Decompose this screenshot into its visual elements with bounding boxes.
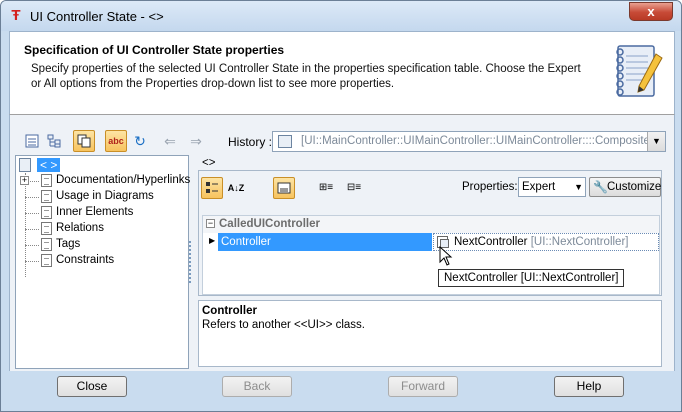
properties-pane: <> A↓Z ⊞≡ ⊟≡ Properties: Expert ▼ 🔧 Cust… xyxy=(196,155,666,369)
spelling-toggle-button[interactable]: abc xyxy=(105,130,127,152)
back-arrow-button[interactable]: ⇐ xyxy=(159,130,181,152)
dialog-window: Ŧ UI Controller State - <> x Specificati… xyxy=(0,0,682,412)
refresh-button[interactable]: ↻ xyxy=(129,130,151,152)
collapse-all-icon: ⊟≡ xyxy=(346,182,362,193)
back-button[interactable]: Back xyxy=(222,376,292,397)
close-button[interactable]: Close xyxy=(57,376,127,397)
history-dropdown[interactable]: [UI::MainController::UIMainController::U… xyxy=(272,131,666,152)
property-value-qualifier: [UI::NextController] xyxy=(530,236,629,248)
arrow-right-icon: ⇒ xyxy=(190,133,202,149)
header-title: Specification of UI Controller State pro… xyxy=(24,43,285,57)
property-group-row[interactable]: − CalledUIController xyxy=(203,216,659,233)
pane-splitter[interactable] xyxy=(189,241,192,283)
header-description: Specify properties of the selected UI Co… xyxy=(31,63,581,90)
sort-az-icon: A↓Z xyxy=(227,183,245,193)
list-icon xyxy=(25,134,39,148)
row-pointer-icon: ▶ xyxy=(209,236,216,245)
property-name-cell[interactable]: Controller xyxy=(218,233,432,251)
value-tooltip: NextController [UI::NextController] xyxy=(438,269,625,287)
forward-button[interactable]: Forward xyxy=(388,376,458,397)
properties-mode-value: Expert xyxy=(522,181,556,193)
specification-tree: < > + Documentation/Hyperlinks Usage in … xyxy=(15,155,191,369)
dialog-footer: Close Back Forward Help xyxy=(9,371,675,411)
help-button[interactable]: Help xyxy=(554,376,624,397)
collapse-minus-icon[interactable]: − xyxy=(206,219,215,228)
document-icon xyxy=(41,174,52,187)
categorized-icon xyxy=(206,182,218,193)
chevron-down-icon: ▼ xyxy=(574,182,583,192)
history-value: [UI::MainController::UIMainController::U… xyxy=(301,135,660,147)
copy-toggle-button[interactable] xyxy=(73,130,95,152)
dialog-header: Specification of UI Controller State pro… xyxy=(9,31,675,115)
tree-item-label: Usage in Diagrams xyxy=(56,190,154,202)
copy-icon xyxy=(77,134,91,148)
wrench-icon: 🔧 xyxy=(593,180,608,194)
sort-alphabetical-button[interactable]: A↓Z xyxy=(225,177,247,199)
window-title: UI Controller State - <> xyxy=(30,9,164,24)
element-name-label: <> xyxy=(202,157,216,169)
tree-connector xyxy=(25,261,39,262)
categorized-view-button[interactable] xyxy=(201,177,223,199)
customize-button[interactable]: 🔧 Customize xyxy=(589,177,661,197)
refresh-icon: ↻ xyxy=(134,133,146,149)
properties-mode-dropdown[interactable]: Expert ▼ xyxy=(518,177,586,197)
document-icon xyxy=(41,190,52,203)
property-group-label: CalledUIController xyxy=(219,218,320,230)
description-title: Controller xyxy=(202,305,257,317)
tree-root-label: < > xyxy=(37,158,61,172)
mouse-cursor-icon xyxy=(439,246,453,266)
collapse-all-button[interactable]: ⊟≡ xyxy=(343,177,365,199)
description-toggle-button[interactable] xyxy=(273,177,295,199)
properties-panel: A↓Z ⊞≡ ⊟≡ Properties: Expert ▼ 🔧 Customi… xyxy=(198,170,662,296)
document-icon xyxy=(41,254,52,267)
tree-item-label: Inner Elements xyxy=(56,206,134,218)
tree-item-label: Relations xyxy=(56,222,104,234)
arrow-left-icon: ⇐ xyxy=(164,133,176,149)
spellcheck-icon: abc xyxy=(108,136,124,146)
description-text: Refers to another <<UI>> class. xyxy=(202,319,366,331)
document-icon xyxy=(41,206,52,219)
forward-arrow-button[interactable]: ⇒ xyxy=(185,130,207,152)
document-icon xyxy=(41,222,52,235)
history-label: History : xyxy=(228,135,273,149)
properties-label: Properties: xyxy=(462,181,518,193)
property-description-panel: Controller Refers to another <<UI>> clas… xyxy=(198,300,662,367)
hierarchy-icon xyxy=(47,134,61,148)
main-toolbar: abc ↻ ⇐ ⇒ History : [UI::MainController:… xyxy=(9,127,667,155)
description-panel-icon xyxy=(277,182,291,194)
tree-item-label: Documentation/Hyperlinks xyxy=(56,174,191,186)
state-icon xyxy=(19,158,31,172)
document-icon xyxy=(41,238,52,251)
tree-connector xyxy=(25,213,39,214)
property-value-cell[interactable]: NextController [UI::NextController] xyxy=(433,233,659,251)
expand-all-button[interactable]: ⊞≡ xyxy=(315,177,337,199)
element-icon xyxy=(278,135,292,148)
property-value-text: NextController xyxy=(454,236,528,248)
tree-item-label: Constraints xyxy=(56,254,115,266)
title-bar: Ŧ UI Controller State - <> x xyxy=(1,1,681,31)
tree-view-button[interactable] xyxy=(43,130,65,152)
table-row[interactable]: ▶ Controller NextController [UI::NextCon… xyxy=(203,233,659,251)
chevron-down-icon[interactable]: ▼ xyxy=(647,132,665,151)
expand-plus-icon[interactable]: + xyxy=(20,176,29,185)
tree-connector xyxy=(25,229,39,230)
tree-item-label: Tags xyxy=(56,238,81,250)
properties-view-button[interactable] xyxy=(21,130,43,152)
window-close-button[interactable]: x xyxy=(629,2,673,21)
expand-all-icon: ⊞≡ xyxy=(318,182,334,193)
customize-label: Customize xyxy=(607,181,662,193)
tree-connector xyxy=(25,197,39,198)
notebook-pencil-icon xyxy=(616,45,663,97)
magicdraw-app-icon: Ŧ xyxy=(11,7,21,24)
tree-connector xyxy=(25,245,39,246)
